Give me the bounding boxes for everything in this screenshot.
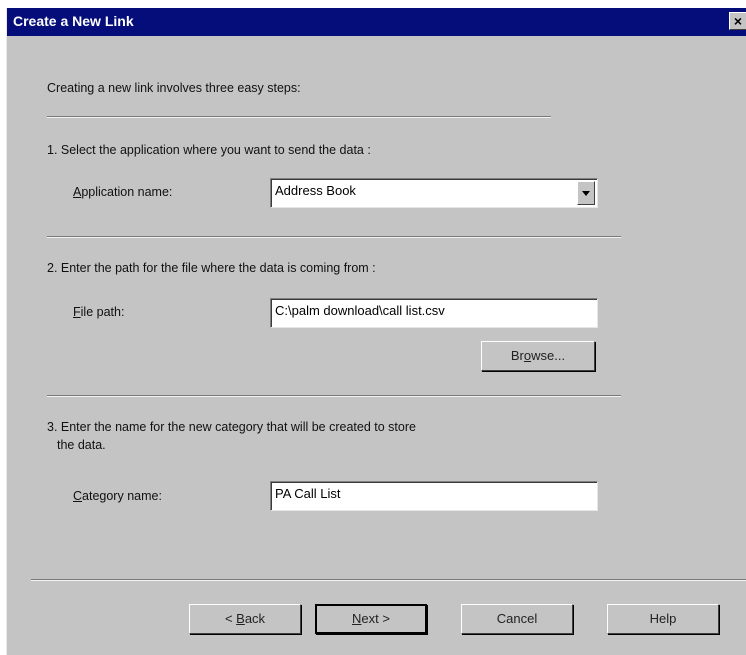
back-label-post: ack <box>244 611 266 626</box>
back-label-mnemonic: B <box>236 611 245 626</box>
category-name-label-rest: ategory name: <box>82 489 162 503</box>
browse-button[interactable]: Browse... <box>481 341 595 371</box>
browse-label-post: wse... <box>531 348 566 363</box>
category-name-value: PA Call List <box>275 486 341 501</box>
create-link-dialog: Create a New Link × Creating a new link … <box>6 8 746 655</box>
application-name-value: Address Book <box>275 183 356 198</box>
help-button[interactable]: Help <box>607 604 719 634</box>
step3-instruction-line2: the data. <box>57 438 106 452</box>
browse-label-pre: Br <box>510 348 524 363</box>
back-label-pre: < <box>224 611 237 626</box>
category-name-label: Category name: <box>73 489 162 503</box>
step3-instruction-line1: 3. Enter the name for the new category t… <box>47 420 416 434</box>
file-path-label: File path: <box>73 305 124 319</box>
separator-bottom <box>31 579 746 581</box>
step2-instruction: 2. Enter the path for the file where the… <box>47 261 376 275</box>
separator-2 <box>47 236 621 238</box>
file-path-label-mnemonic: F <box>73 305 81 319</box>
application-name-label-rest: pplication name: <box>81 185 173 199</box>
next-label-post: ext > <box>361 611 390 626</box>
category-name-label-mnemonic: C <box>73 489 83 503</box>
application-name-select[interactable]: Address Book <box>270 178 598 208</box>
next-button[interactable]: Next > <box>315 604 427 634</box>
separator-3 <box>47 395 621 397</box>
cancel-button[interactable]: Cancel <box>461 604 573 634</box>
step1-instruction: 1. Select the application where you want… <box>47 143 371 157</box>
intro-text: Creating a new link involves three easy … <box>47 81 301 95</box>
close-icon[interactable]: × <box>729 12 746 30</box>
next-label-mnemonic: N <box>352 611 362 626</box>
chevron-down-icon[interactable] <box>577 181 595 205</box>
application-name-label: Application name: <box>73 185 172 199</box>
window-title: Create a New Link <box>13 13 134 29</box>
file-path-input[interactable]: C:\palm download\call list.csv <box>270 298 598 328</box>
file-path-value: C:\palm download\call list.csv <box>275 303 445 318</box>
title-bar[interactable]: Create a New Link × <box>7 8 746 36</box>
back-button[interactable]: < Back <box>189 604 301 634</box>
separator-1 <box>47 116 551 118</box>
file-path-label-rest: ile path: <box>80 305 125 319</box>
category-name-input[interactable]: PA Call List <box>270 481 598 511</box>
